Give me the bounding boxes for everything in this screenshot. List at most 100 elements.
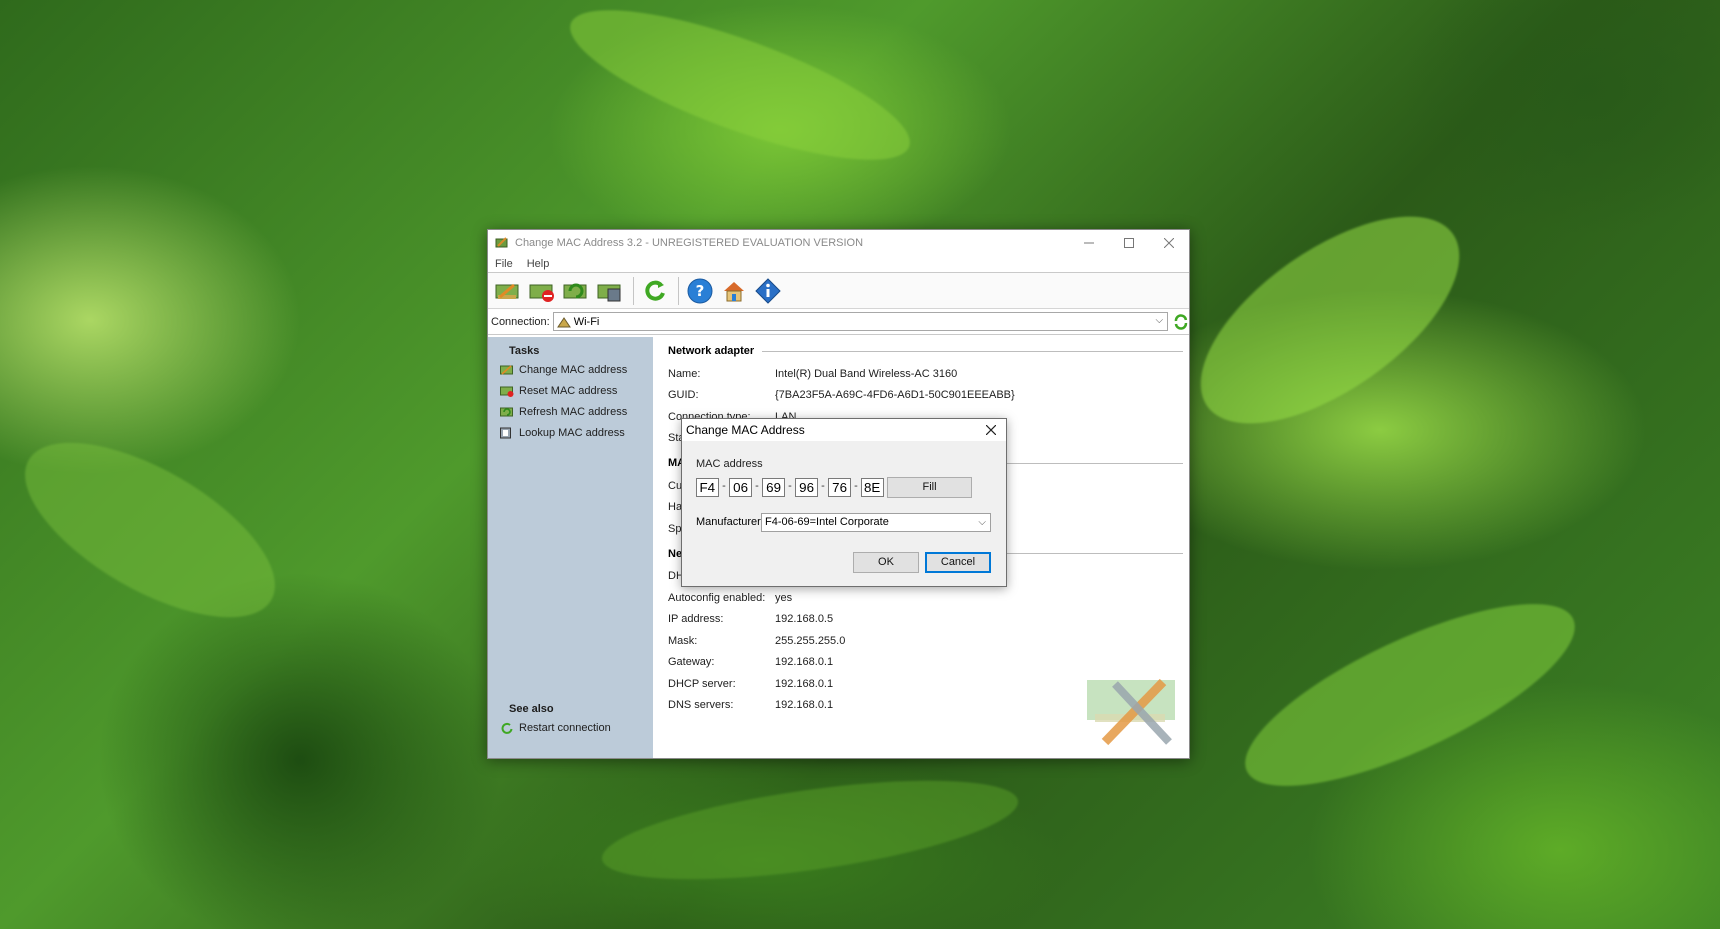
info-value: 192.168.0.1 xyxy=(775,656,834,669)
dialog-close-button[interactable] xyxy=(976,419,1006,441)
network-adapter-header: Network adapter xyxy=(668,339,1189,363)
background-foliage xyxy=(1166,176,1494,464)
info-value: 255.255.255.0 xyxy=(775,634,846,647)
mac-octet-2[interactable] xyxy=(729,478,752,497)
info-key: DNS servers: xyxy=(668,699,734,712)
manufacturer-label: Manufacturer xyxy=(696,516,761,528)
mac-separator: - xyxy=(821,480,825,492)
mac-address-label: MAC address xyxy=(696,458,763,470)
chevron-down-icon: ⌵ xyxy=(978,517,986,528)
mac-octet-4[interactable] xyxy=(795,478,818,497)
info-key: DHCP server: xyxy=(668,677,736,690)
fill-button[interactable]: Fill xyxy=(887,477,972,498)
dialog-title: Change MAC Address xyxy=(686,423,805,437)
toolbar-reset-mac-button[interactable] xyxy=(526,275,558,307)
see-also-section: See also Restart connection xyxy=(488,695,653,738)
menu-help[interactable]: Help xyxy=(527,258,550,270)
title-bar[interactable]: Change MAC Address 3.2 - UNREGISTERED EV… xyxy=(488,230,1189,255)
mac-separator: - xyxy=(722,480,726,492)
menu-bar: File Help xyxy=(488,255,1189,273)
menu-file[interactable]: File xyxy=(495,258,513,270)
minimize-icon xyxy=(1084,242,1094,243)
toolbar-separator xyxy=(678,276,679,305)
maximize-icon xyxy=(1124,237,1134,248)
refresh-mac-icon xyxy=(500,407,513,416)
info-row-mask: Mask: 255.255.255.0 xyxy=(668,630,1189,652)
info-key: Gateway: xyxy=(668,656,715,669)
close-button[interactable] xyxy=(1149,230,1189,255)
info-value: 192.168.0.5 xyxy=(775,613,834,626)
toolbar-help-button[interactable]: ? xyxy=(684,275,716,307)
restart-connection-icon xyxy=(645,280,665,301)
info-key: Name: xyxy=(668,367,701,380)
dialog-title-bar[interactable]: Change MAC Address xyxy=(682,419,1006,441)
toolbar-restart-connection-button[interactable] xyxy=(639,275,671,307)
info-value: yes xyxy=(775,591,793,604)
minimize-button[interactable] xyxy=(1069,230,1109,255)
connection-select[interactable]: Wi-Fi ⌵ xyxy=(552,312,1169,331)
manufacturer-value: F4-06-69=Intel Corporate xyxy=(765,516,889,528)
info-value: 192.168.0.1 xyxy=(775,677,834,690)
change-mac-icon xyxy=(495,283,519,299)
section-title: Network adapter xyxy=(668,345,755,357)
refresh-mac-icon xyxy=(563,283,587,298)
task-change-mac[interactable]: Change MAC address xyxy=(488,359,653,380)
cancel-button[interactable]: Cancel xyxy=(925,552,991,573)
task-label: Lookup MAC address xyxy=(519,426,625,439)
background-foliage xyxy=(596,761,1024,899)
toolbar-home-button[interactable] xyxy=(718,275,750,307)
maximize-button[interactable] xyxy=(1109,230,1149,255)
info-key: GUID: xyxy=(668,389,699,402)
background-foliage xyxy=(555,0,925,189)
task-label: Change MAC address xyxy=(519,363,628,376)
manufacturer-select[interactable]: F4-06-69=Intel Corporate ⌵ xyxy=(761,513,991,532)
network-card-tools-icon xyxy=(1087,678,1175,746)
refresh-connections-icon[interactable] xyxy=(1173,313,1189,330)
close-icon xyxy=(1164,237,1174,248)
tasks-header: Tasks xyxy=(509,345,540,357)
mac-octet-3[interactable] xyxy=(762,478,785,497)
info-key: IP address: xyxy=(668,613,724,626)
toolbar-separator xyxy=(633,276,634,305)
mac-octet-1[interactable] xyxy=(696,478,719,497)
task-label: Reset MAC address xyxy=(519,384,618,397)
task-lookup-mac[interactable]: Lookup MAC address xyxy=(488,422,653,443)
info-row-name: Name: Intel(R) Dual Band Wireless-AC 3160 xyxy=(668,363,1189,385)
background-foliage xyxy=(1223,569,1597,821)
svg-text:?: ? xyxy=(696,282,705,300)
info-row-ip-address: IP address: 192.168.0.5 xyxy=(668,609,1189,631)
ok-button[interactable]: OK xyxy=(853,552,919,573)
info-row-guid: GUID: {7BA23F5A-A69C-4FD6-A6D1-50C901EEEA… xyxy=(668,385,1189,407)
toolbar-about-button[interactable] xyxy=(752,275,784,307)
mac-octet-6[interactable] xyxy=(861,478,884,497)
mac-separator: - xyxy=(788,480,792,492)
task-refresh-mac[interactable]: Refresh MAC address xyxy=(488,401,653,422)
section-title: Ne xyxy=(668,547,683,560)
mac-separator: - xyxy=(755,480,759,492)
info-value: 192.168.0.1 xyxy=(775,699,834,712)
window-title: Change MAC Address 3.2 - UNREGISTERED EV… xyxy=(515,236,864,249)
toolbar-change-mac-button[interactable] xyxy=(492,275,524,307)
app-icon xyxy=(495,236,508,247)
home-icon xyxy=(724,281,744,301)
info-key: Mask: xyxy=(668,634,698,647)
change-mac-icon xyxy=(500,364,513,375)
task-sidebar: Tasks Change MAC address Reset MAC addre… xyxy=(488,337,653,758)
section-divider xyxy=(762,350,1183,352)
about-icon xyxy=(755,277,781,304)
background-foliage xyxy=(0,408,302,652)
connection-label: Connection: xyxy=(491,315,550,328)
wifi-icon xyxy=(556,316,571,327)
mac-octet-5[interactable] xyxy=(828,478,851,497)
chevron-down-icon: ⌵ xyxy=(1155,315,1164,326)
task-reset-mac[interactable]: Reset MAC address xyxy=(488,380,653,401)
toolbar: ? xyxy=(488,273,1189,309)
close-icon xyxy=(986,425,996,435)
info-value: {7BA23F5A-A69C-4FD6-A6D1-50C901EEEABB} xyxy=(775,389,1015,402)
toolbar-lookup-mac-button[interactable] xyxy=(594,275,626,307)
task-restart-connection[interactable]: Restart connection xyxy=(488,717,653,738)
connection-value: Wi-Fi xyxy=(573,315,600,328)
toolbar-refresh-mac-button[interactable] xyxy=(560,275,592,307)
task-label: Restart connection xyxy=(519,721,611,734)
info-value: Intel(R) Dual Band Wireless-AC 3160 xyxy=(775,367,958,380)
